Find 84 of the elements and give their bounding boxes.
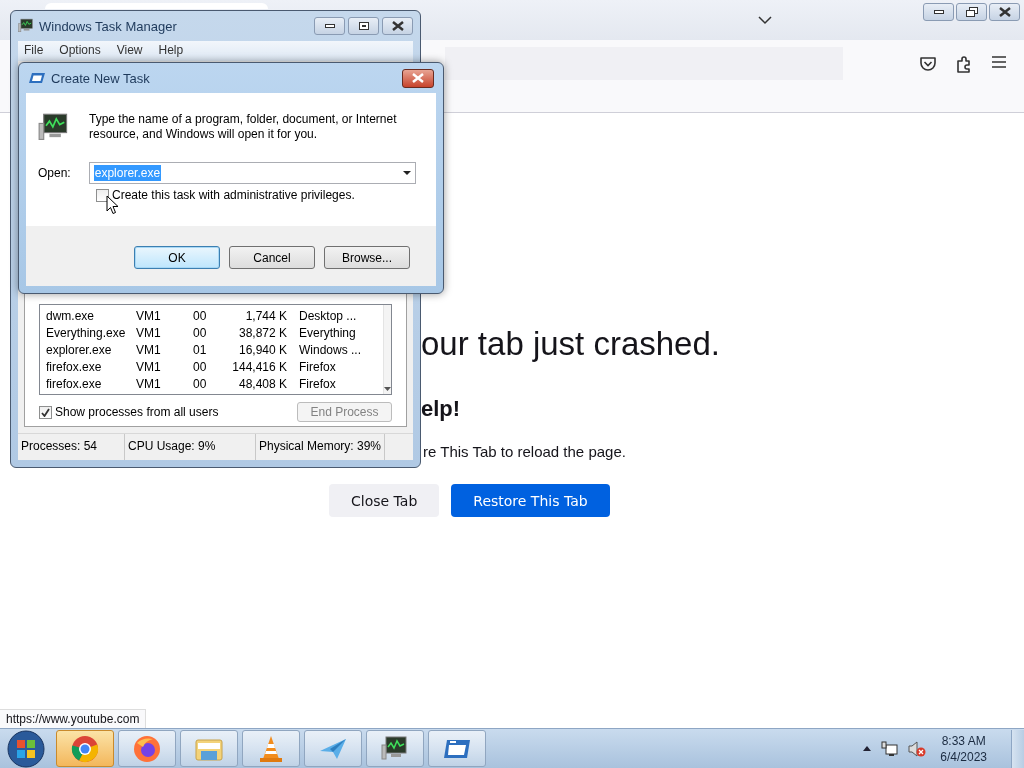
table-cell-text: 16,940 K — [237, 342, 288, 357]
browser-app-icon — [71, 734, 99, 763]
table-cell-text: explorer.exe — [45, 342, 113, 357]
message-text: Type the name of a program, folder, document, or Internet resource, and Windows will open it for you. — [89, 112, 398, 143]
table-cell-text: Firefox — [298, 359, 337, 374]
table-cell-text: firefox.exe — [45, 376, 103, 391]
checkbox-label: Create this task with administrative privileges. — [112, 188, 355, 202]
menu-item[interactable]: Options — [53, 41, 107, 61]
dropdown-caret-icon[interactable] — [402, 171, 411, 175]
table-cell-text: 48,408 K — [237, 376, 288, 391]
table-cell-text: 00 — [192, 359, 208, 374]
restore-button[interactable] — [956, 3, 987, 21]
table-cell-text: 38,872 K — [237, 325, 288, 340]
start-orb-icon[interactable] — [5, 729, 47, 768]
dialog-button[interactable]: Cancel — [229, 246, 315, 269]
close-button[interactable] — [382, 17, 413, 35]
close-button[interactable] — [402, 68, 434, 88]
close-icon — [391, 21, 404, 31]
minimize-button[interactable] — [314, 17, 345, 35]
checkbox-label: Show processes from all users — [55, 405, 219, 419]
clock-date: 6/4/2023 — [940, 748, 987, 765]
instruction-text: re This Tab to reload the page. — [423, 442, 626, 462]
table-cell-text: Firefox — [298, 376, 337, 391]
crash-heading: our tab just crashed. — [421, 324, 720, 364]
minimize-icon — [324, 23, 335, 29]
taskbar-button[interactable] — [428, 730, 486, 767]
help-heading: elp! — [421, 396, 461, 422]
restore-icon — [965, 7, 978, 17]
process-list[interactable]: dwm.exe VM1 00 1,744 K Desktop ... Everything.exe VM1 00 38,872 K Everything explorer.exe VM1 01 16,940 K Windows ... firefox.exe VM1 00 144,416 K Firefox firefox.exe VM1 00 48,408 K Firefox — [39, 304, 392, 395]
table-cell-text: dwm.exe — [45, 308, 96, 323]
scroll-down-icon[interactable] — [384, 387, 391, 391]
table-cell-text: 00 — [192, 376, 208, 391]
field-label: Open: — [38, 166, 71, 180]
minimize-button[interactable] — [923, 3, 954, 21]
checkmark-icon — [41, 407, 50, 417]
table-cell-text: firefox.exe — [45, 359, 103, 374]
table-cell-text: VM1 — [135, 359, 162, 374]
clock-time: 8:33 AM — [941, 732, 986, 749]
close-tab-button[interactable]: Close Tab — [329, 484, 440, 517]
table-cell-text: 1,744 K — [244, 308, 288, 323]
table-cell-text: VM1 — [135, 376, 162, 391]
table-cell-text: 00 — [192, 308, 208, 323]
chevron-down-icon[interactable] — [757, 15, 773, 25]
monitor-icon — [18, 18, 34, 34]
table-cell-text: Everything — [298, 325, 357, 340]
maximize-icon — [358, 22, 369, 30]
pocket-icon[interactable] — [919, 55, 937, 73]
menu-item[interactable]: Help — [152, 41, 190, 61]
table-cell-text: 01 — [192, 342, 208, 357]
table-cell-text: 00 — [192, 325, 208, 340]
menu-icon[interactable] — [991, 55, 1007, 69]
dialog-button[interactable]: OK — [134, 246, 220, 269]
menu-item[interactable]: File — [18, 41, 50, 61]
table-cell-text: VM1 — [135, 308, 162, 323]
maximize-button[interactable] — [348, 17, 379, 35]
speaker-muted-icon[interactable] — [908, 740, 927, 757]
table-cell-text: 144,416 K — [231, 359, 288, 374]
menu-item[interactable]: View — [110, 41, 149, 61]
monitor-icon — [381, 734, 409, 763]
minimize-icon — [933, 9, 944, 15]
taskbar-button[interactable] — [118, 730, 176, 767]
window-title: Windows Task Manager — [39, 18, 177, 34]
table-cell-text: VM1 — [135, 325, 162, 340]
status-text: Physical Memory: 39% — [256, 434, 386, 460]
close-icon — [998, 7, 1011, 17]
status-text: CPU Usage: 9% — [125, 434, 256, 460]
table-cell-text: Desktop ... — [298, 308, 358, 323]
puzzle-icon[interactable] — [955, 55, 973, 73]
dialog-button[interactable]: Browse... — [324, 246, 410, 269]
caret-up-icon[interactable] — [863, 746, 872, 751]
fox-browser-icon — [133, 734, 161, 763]
network-icon[interactable] — [881, 740, 899, 757]
restore-tab-button[interactable]: Restore This Tab — [451, 484, 610, 517]
table-cell-text: Everything.exe — [45, 325, 127, 340]
table-cell-text: Windows ... — [298, 342, 362, 357]
close-icon — [412, 73, 424, 83]
run-icon — [29, 72, 45, 84]
checkbox[interactable] — [39, 405, 52, 419]
traffic-cone-icon — [257, 734, 285, 763]
taskbar-button[interactable] — [366, 730, 424, 767]
status-text: Processes: 54 — [18, 434, 125, 460]
table-cell-text: VM1 — [135, 342, 162, 357]
dialog-title: Create New Task — [51, 70, 150, 86]
close-button[interactable] — [989, 3, 1020, 21]
